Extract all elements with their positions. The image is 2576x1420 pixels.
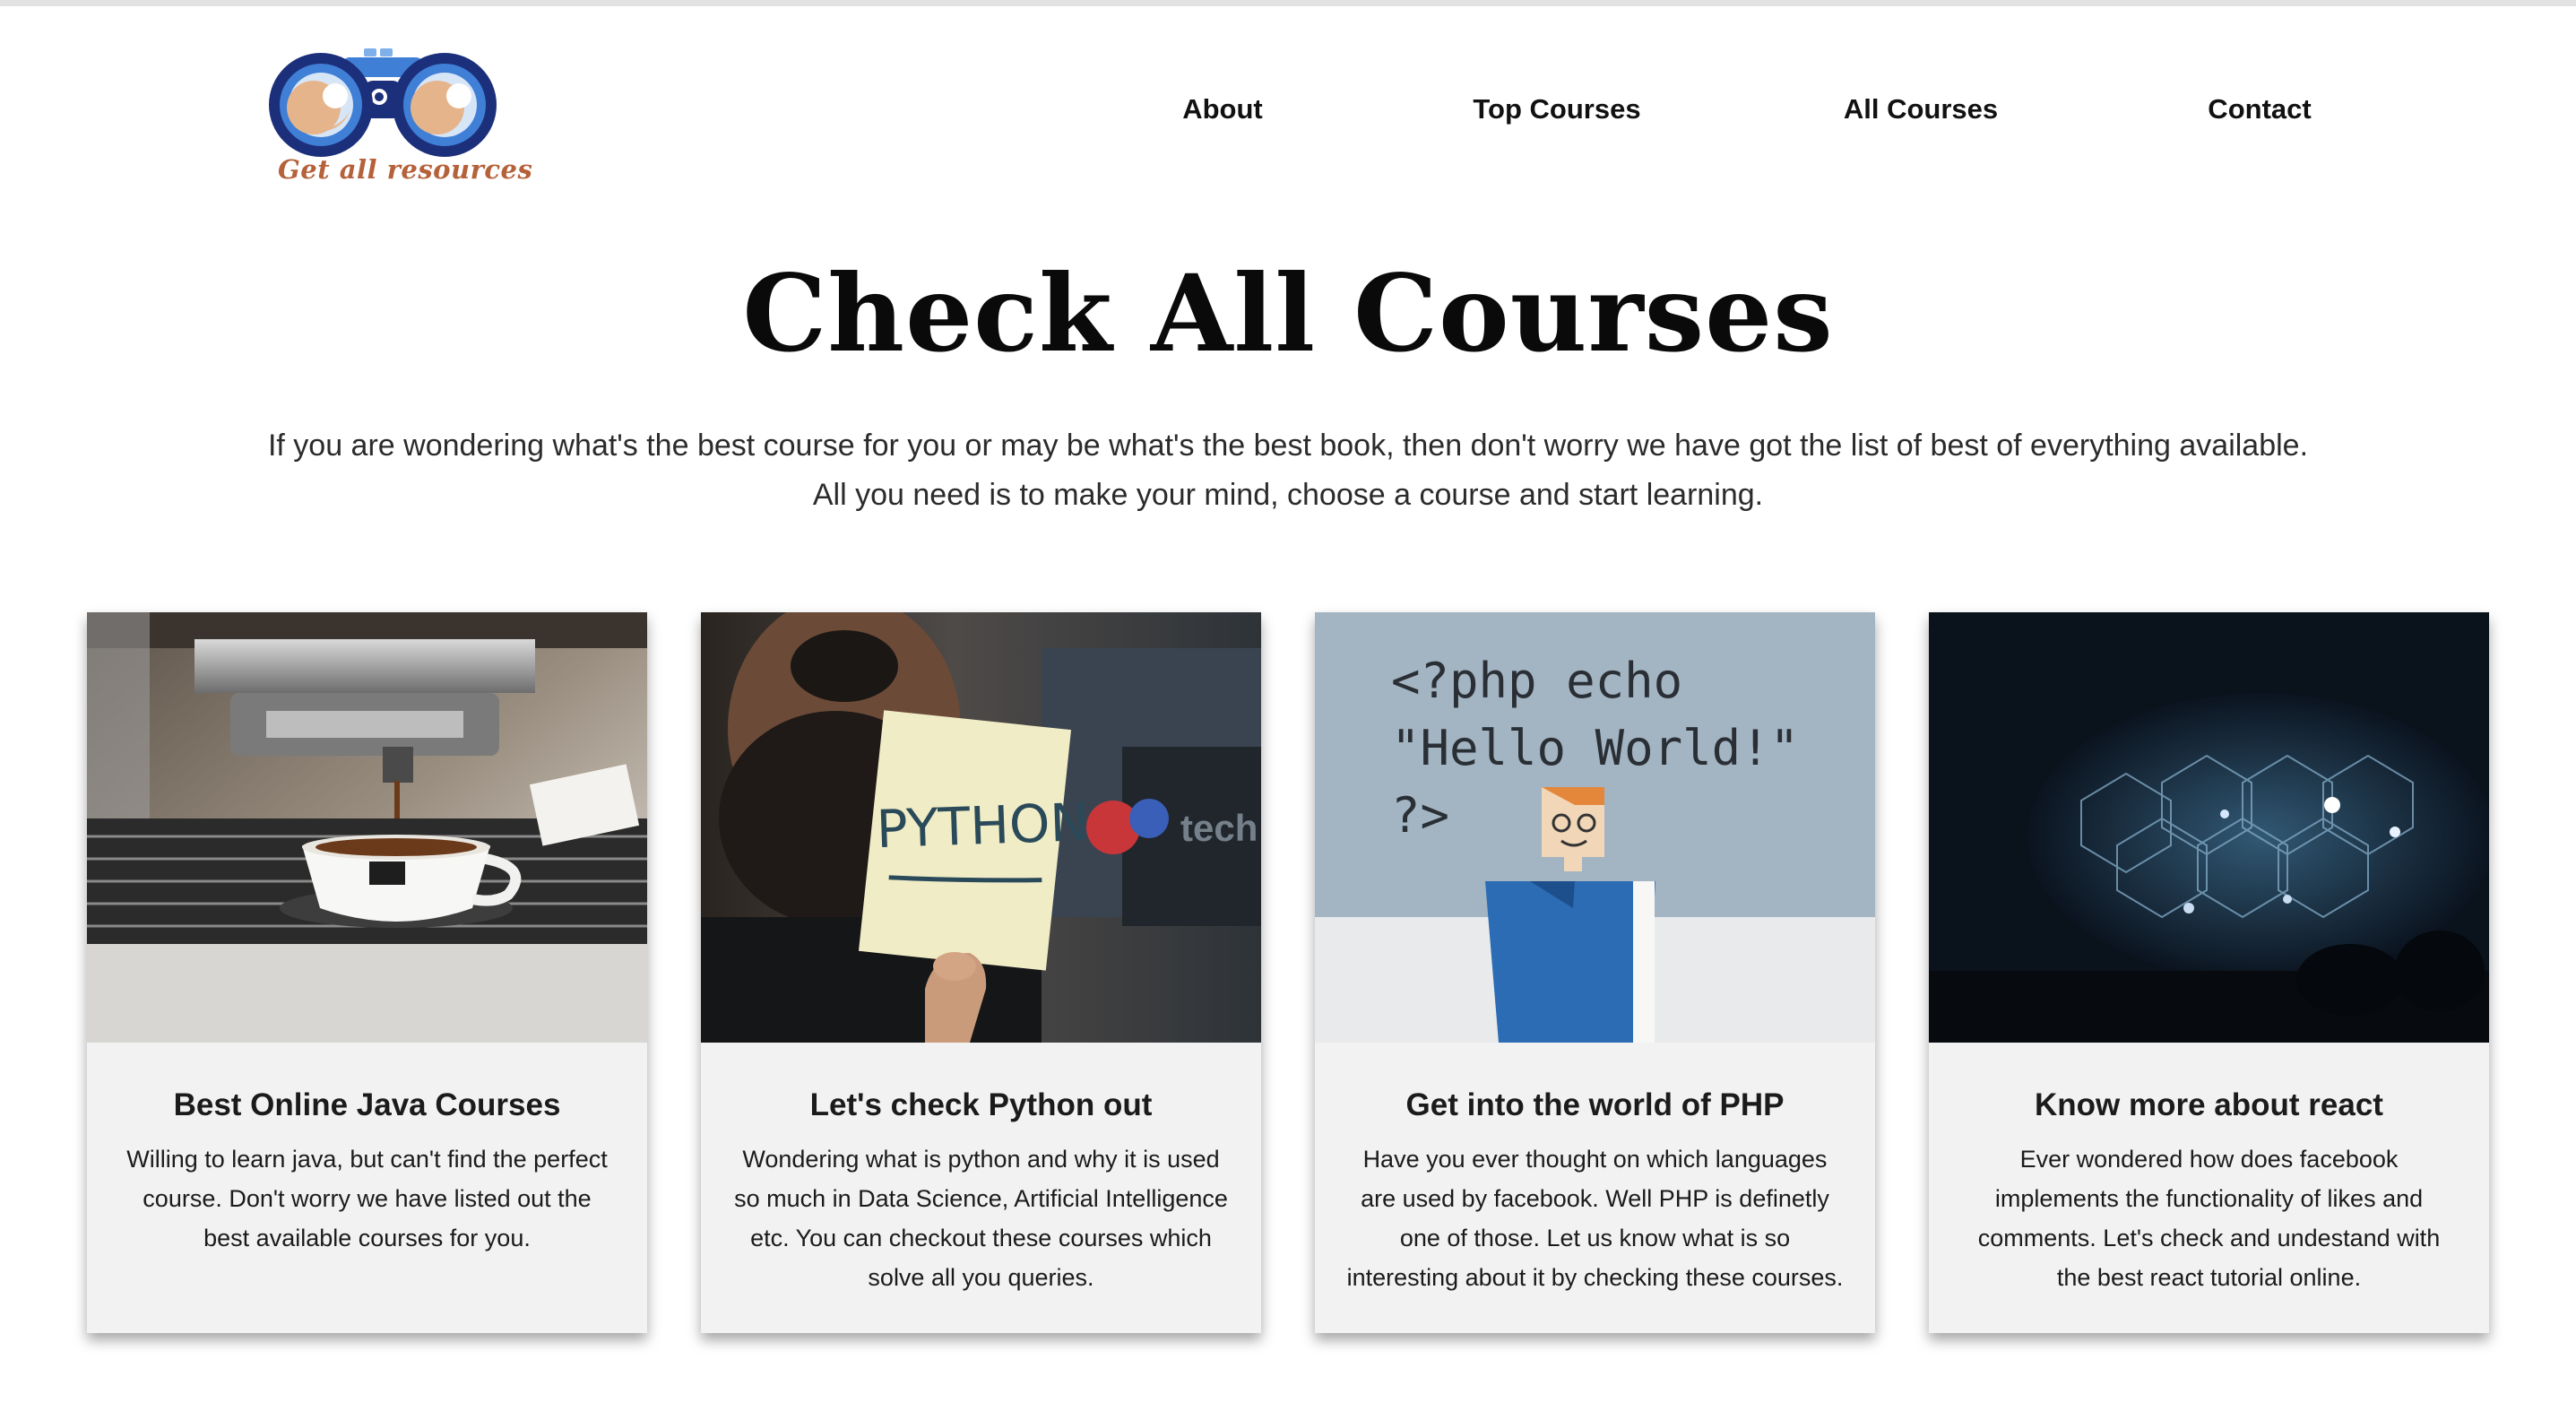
card-title[interactable]: Let's check Python out [701,1087,1261,1123]
binoculars-icon [269,48,497,157]
espresso-machine-image[interactable] [87,612,647,1043]
course-card-php[interactable]: <?php echo "Hello World!" ?> Get into th… [1315,612,1875,1333]
php-code-line-3: ?> [1391,787,1449,844]
card-title[interactable]: Best Online Java Courses [87,1087,647,1123]
php-code-line-2: "Hello World!" [1391,720,1799,776]
card-description: Wondering what is python and why it is u… [734,1146,1228,1291]
php-hello-world-image[interactable]: <?php echo "Hello World!" ?> [1315,612,1875,1043]
intro-text-line-1: If you are wondering what's the best cou… [267,429,2309,463]
card-description: Have you ever thought on which languages… [1346,1146,1844,1291]
course-card-java[interactable]: Best Online Java Courses Willing to lear… [87,612,647,1333]
course-card-python[interactable]: tech PYTHON Let's check Python out Wonde… [701,612,1261,1333]
course-card-react[interactable]: Know more about react Ever wondered how … [1929,612,2489,1333]
nav-contact[interactable]: Contact [2208,93,2311,126]
card-title[interactable]: Get into the world of PHP [1315,1087,1875,1123]
card-title[interactable]: Know more about react [1929,1087,2489,1123]
nav-all-courses[interactable]: All Courses [1844,93,1998,126]
top-border [0,0,2576,6]
nav-top-courses[interactable]: Top Courses [1473,93,1640,126]
card-description: Ever wondered how does facebook implemen… [1977,1146,2441,1291]
card-description: Willing to learn java, but can't find th… [126,1146,608,1251]
php-code-line-1: <?php echo [1391,653,1682,709]
nav-about[interactable]: About [1182,93,1263,126]
brand-tagline: Get all resources [278,154,533,185]
sticky-note-text: PYTHON [876,792,1090,860]
page-title: Check All Courses [742,251,1834,376]
python-sticky-note-image[interactable]: tech PYTHON [701,612,1261,1043]
intro-text-line-2: All you need is to make your mind, choos… [812,478,1764,512]
svg-text:tech: tech [1180,807,1258,849]
dark-concert-stage-image[interactable] [1929,612,2489,1043]
